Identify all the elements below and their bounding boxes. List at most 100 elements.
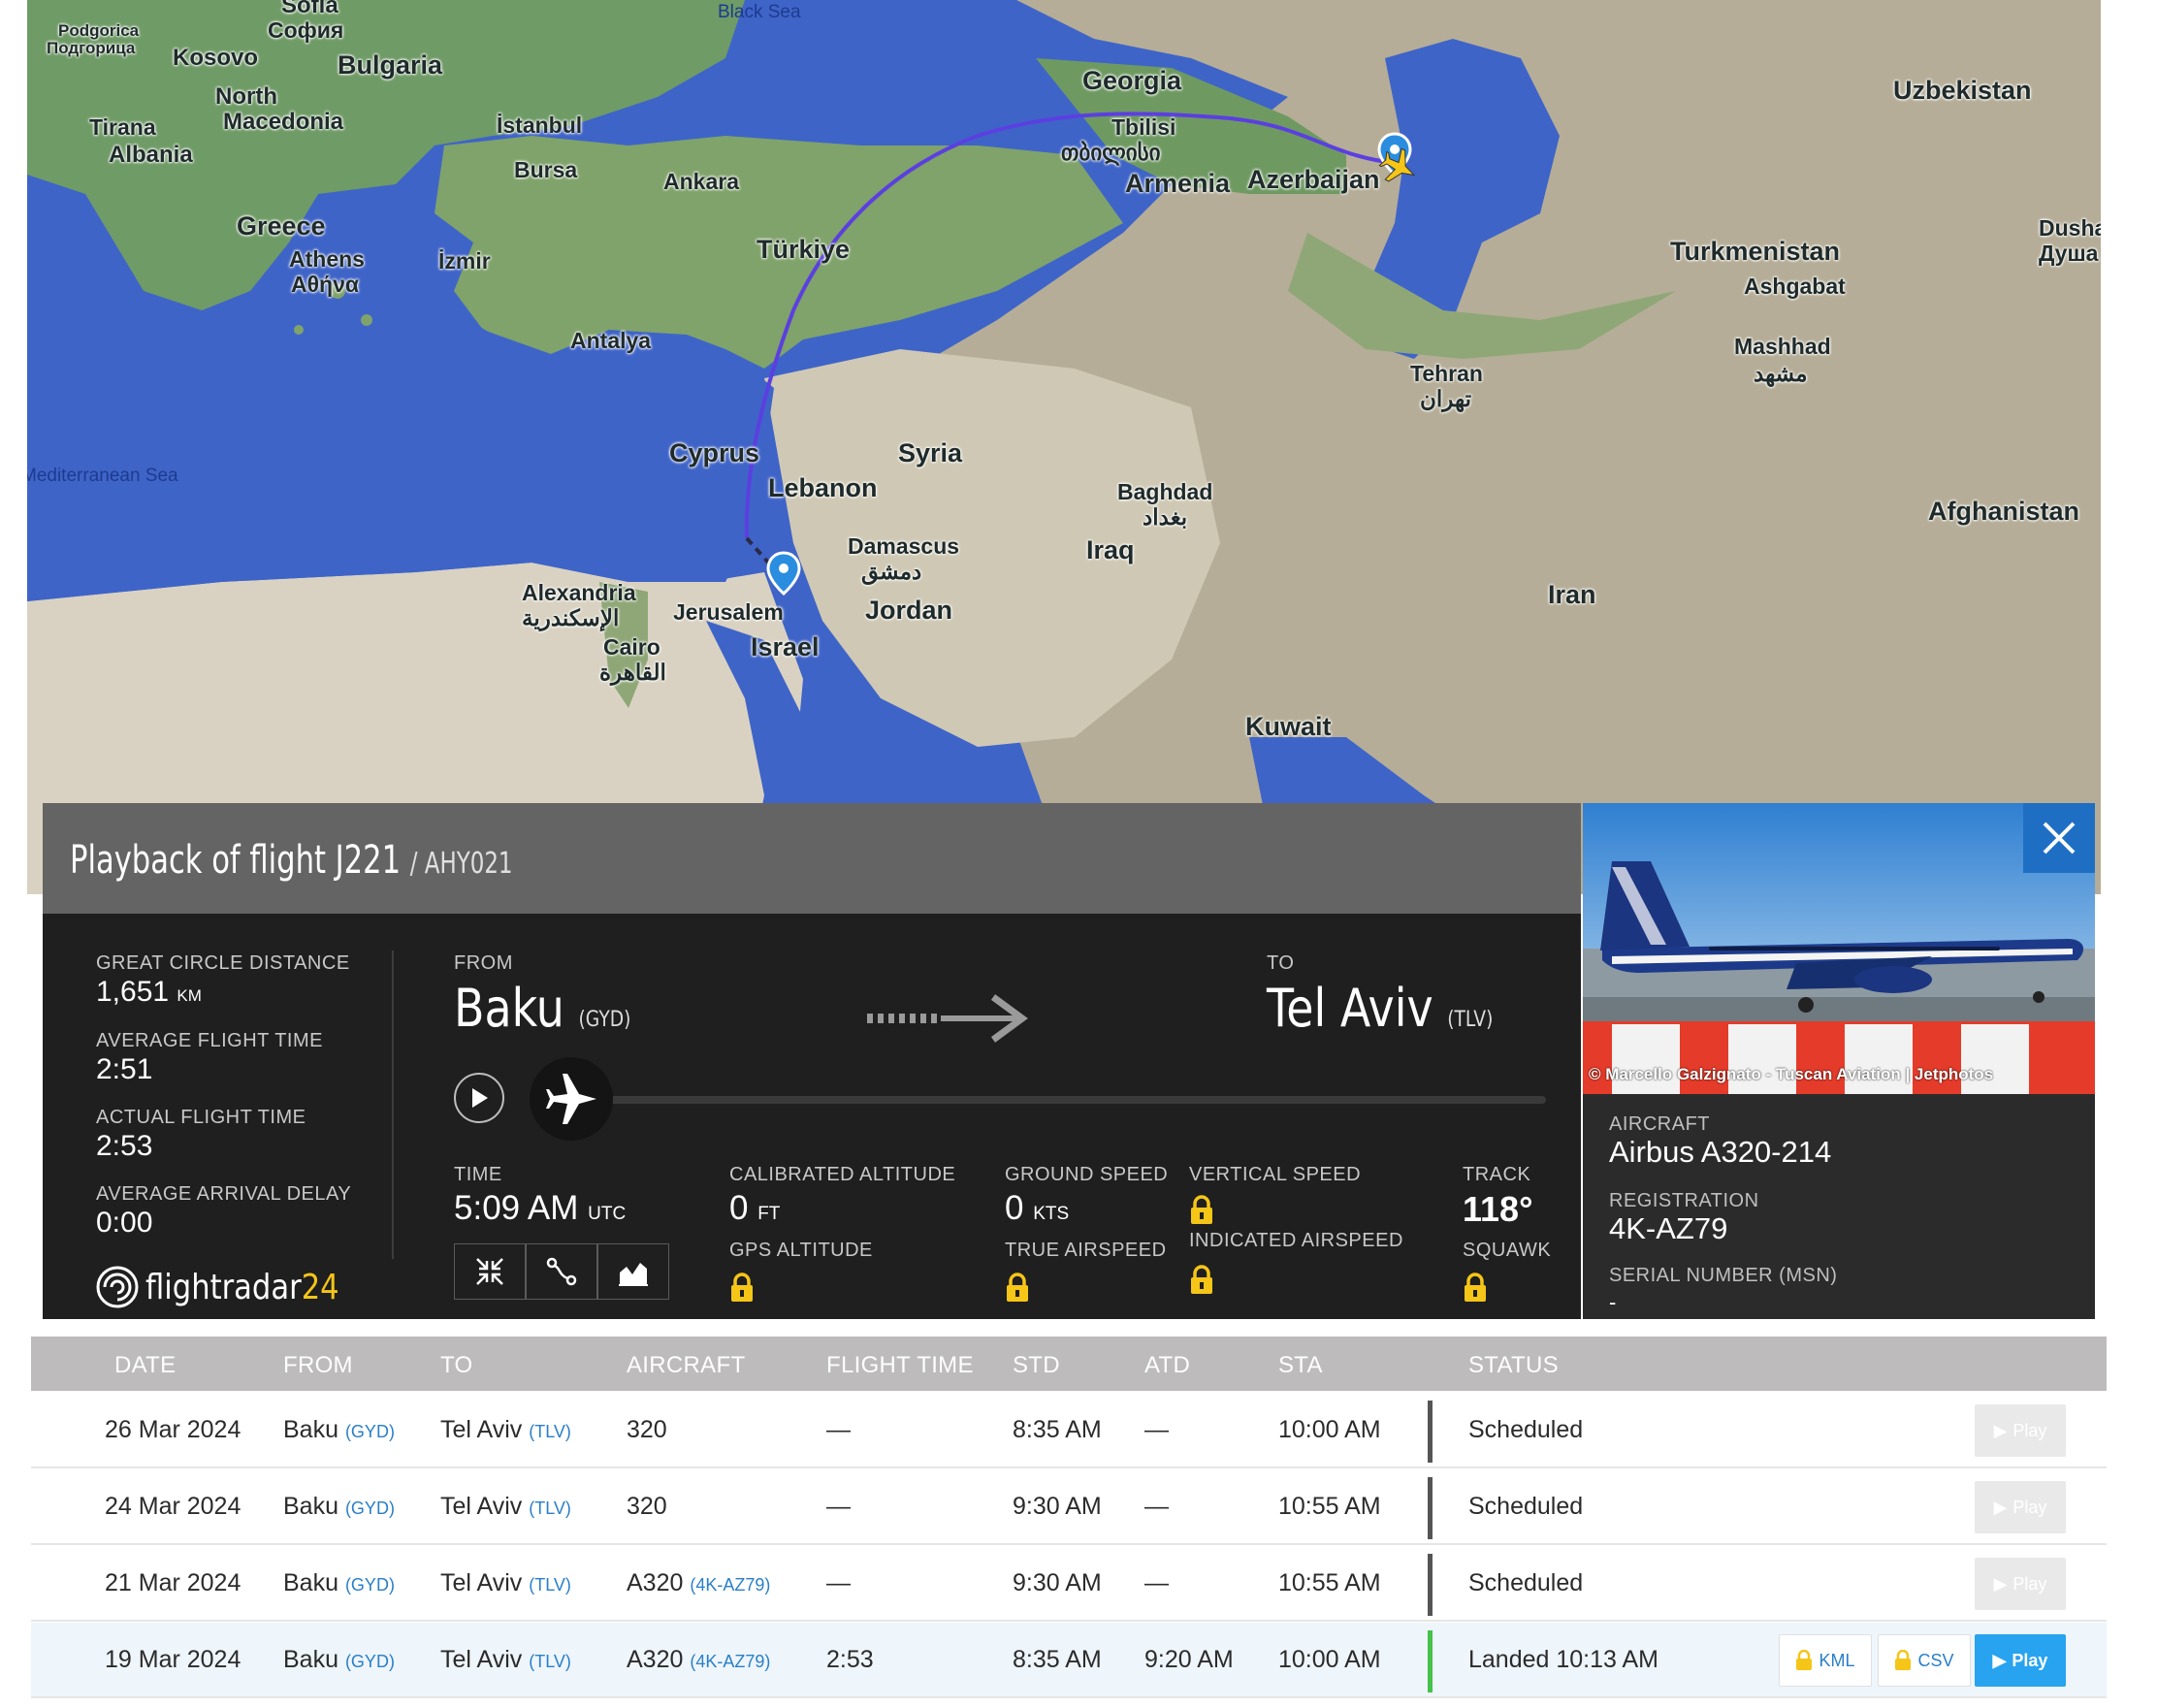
table-row[interactable]: 21 Mar 2024 Baku (GYD) Tel Aviv (TLV) A3…	[31, 1546, 2107, 1622]
map-label-damascus: Damascus	[848, 533, 960, 559]
map-label-alexandria: Alexandria	[522, 580, 636, 605]
flightradar24-wordmark: flightradar24	[145, 1268, 339, 1307]
to-code-link[interactable]: (TLV)	[529, 1652, 571, 1671]
table-row-selected[interactable]: 19 Mar 2024 Baku (GYD) Tel Aviv (TLV) A3…	[31, 1623, 2107, 1698]
track-label: TRACK	[1463, 1164, 1531, 1185]
airplane-icon	[546, 1074, 596, 1124]
map-label-syria: Syria	[898, 438, 963, 467]
aircraft-registration-link[interactable]: (4K-AZ79)	[690, 1652, 770, 1671]
map-label-bulgaria: Bulgaria	[338, 50, 443, 80]
map-label-mashhad-native: مشهد	[1754, 361, 1808, 386]
from-code-link[interactable]: (GYD)	[345, 1652, 395, 1671]
squawk-lock-icon[interactable]	[1463, 1273, 1488, 1304]
track-value: 118°	[1463, 1189, 1533, 1229]
table-row[interactable]: 26 Mar 2024 Baku (GYD) Tel Aviv (TLV) 32…	[31, 1393, 2107, 1468]
close-button[interactable]	[2023, 803, 2095, 873]
header-std[interactable]: STD	[1013, 1352, 1060, 1379]
cell-date: 24 Mar 2024	[105, 1493, 241, 1520]
cell-aircraft: 320	[627, 1493, 667, 1520]
header-to[interactable]: TO	[440, 1352, 473, 1379]
map-label-black-sea: Black Sea	[718, 2, 801, 22]
map-label-dushanbe-native: Душа	[2039, 241, 2099, 266]
great-circle-number: 1,651	[96, 976, 170, 1008]
header-date[interactable]: DATE	[114, 1352, 176, 1379]
aircraft-photo[interactable]: © Marcello Galzignato - Tuscan Aviation …	[1583, 803, 2095, 1094]
route-toggle-button[interactable]	[526, 1243, 597, 1300]
play-icon	[472, 1088, 488, 1108]
map-label-cairo: Cairo	[603, 634, 660, 660]
map-label-tbilisi: Tbilisi	[1111, 114, 1176, 140]
play-button[interactable]: ▶ Play	[1975, 1634, 2066, 1687]
csv-download-button[interactable]: CSV	[1878, 1634, 1971, 1687]
aircraft-registration-link[interactable]: (4K-AZ79)	[690, 1575, 770, 1595]
header-aircraft[interactable]: AIRCRAFT	[627, 1352, 745, 1379]
area-chart-icon	[619, 1263, 648, 1286]
from-code-link[interactable]: (GYD)	[345, 1499, 395, 1518]
map-label-ankara: Ankara	[663, 169, 739, 194]
cell-sta: 10:00 AM	[1278, 1416, 1381, 1443]
flight-map[interactable]: Black Sea Mediterranean Sea Sofia София …	[27, 0, 2101, 894]
from-code-link[interactable]: (GYD)	[345, 1575, 395, 1595]
timeline-handle[interactable]	[530, 1057, 613, 1141]
gps-altitude-lock-icon[interactable]	[729, 1273, 755, 1304]
play-button[interactable]	[454, 1073, 504, 1123]
map-label-iraq: Iraq	[1086, 535, 1135, 564]
vertical-speed-label: VERTICAL SPEED	[1189, 1164, 1362, 1185]
from-code-link[interactable]: (GYD)	[345, 1422, 395, 1441]
map-label-azerbaijan: Azerbaijan	[1247, 165, 1380, 194]
play-button-disabled[interactable]: ▶ Play	[1975, 1558, 2066, 1610]
cell-status: Scheduled	[1468, 1569, 1584, 1596]
map-label-tbilisi-native: თბილისი	[1061, 140, 1161, 165]
flight-title: Playback of flight J221	[70, 838, 402, 883]
header-sta[interactable]: STA	[1278, 1352, 1323, 1379]
flight-callsign: / AHY021	[409, 847, 513, 881]
play-button-disabled[interactable]: ▶ Play	[1975, 1481, 2066, 1533]
table-row[interactable]: 24 Mar 2024 Baku (GYD) Tel Aviv (TLV) 32…	[31, 1469, 2107, 1545]
map-label-baghdad-native: بغداد	[1143, 504, 1188, 530]
map-label-jordan: Jordan	[865, 596, 953, 625]
header-status[interactable]: STATUS	[1468, 1352, 1559, 1379]
cell-atd: 9:20 AM	[1144, 1646, 1234, 1673]
to-city: Tel Aviv	[440, 1493, 523, 1520]
cell-date: 21 Mar 2024	[105, 1569, 241, 1596]
route-path-icon	[546, 1257, 577, 1286]
to-code-link[interactable]: (TLV)	[529, 1499, 571, 1518]
to-code-link[interactable]: (TLV)	[529, 1575, 571, 1595]
cell-flight-time: —	[826, 1569, 851, 1596]
great-circle-value: 1,651 KM	[96, 976, 202, 1009]
map-label-iran: Iran	[1548, 580, 1596, 609]
to-code-link[interactable]: (TLV)	[529, 1422, 571, 1441]
cell-date: 19 Mar 2024	[105, 1646, 241, 1673]
aircraft-info-card: © Marcello Galzignato - Tuscan Aviation …	[1583, 803, 2095, 1319]
true-airspeed-lock-icon[interactable]	[1005, 1273, 1030, 1304]
cell-aircraft: A320 (4K-AZ79)	[627, 1646, 770, 1674]
play-button-disabled[interactable]: ▶ Play	[1975, 1404, 2066, 1457]
indicated-airspeed-lock-icon[interactable]	[1189, 1265, 1214, 1296]
map-label-lebanon: Lebanon	[768, 473, 878, 502]
flight-history-table: DATE FROM TO AIRCRAFT FLIGHT TIME STD AT…	[31, 1337, 2141, 1708]
cell-flight-time: —	[826, 1493, 851, 1520]
header-flight-time[interactable]: FLIGHT TIME	[826, 1352, 974, 1379]
vertical-speed-lock-icon[interactable]	[1189, 1195, 1214, 1226]
cell-sta: 10:55 AM	[1278, 1493, 1381, 1520]
collapse-view-button[interactable]	[454, 1243, 526, 1300]
cell-flight-time: —	[826, 1416, 851, 1443]
map-label-alexandria-native: الإسكندرية	[522, 605, 620, 630]
cell-atd: —	[1144, 1569, 1169, 1596]
header-atd[interactable]: ATD	[1144, 1352, 1190, 1379]
to-city: Tel Aviv	[440, 1416, 523, 1443]
playback-timeline[interactable]	[605, 1096, 1546, 1104]
play-icon: ▶	[1993, 1573, 2008, 1594]
time-unit: UTC	[588, 1204, 627, 1224]
map-label-bursa: Bursa	[514, 157, 578, 182]
altitude-graph-button[interactable]	[597, 1243, 669, 1300]
photo-credit[interactable]: © Marcello Galzignato - Tuscan Aviation …	[1589, 1065, 1993, 1084]
close-icon	[2043, 822, 2076, 854]
logo-text: flightradar	[145, 1267, 302, 1307]
cell-date: 26 Mar 2024	[105, 1416, 241, 1443]
map-label-israel: Israel	[751, 632, 820, 661]
map-label-north-macedonia-1: North	[215, 83, 277, 110]
map-label-baghdad: Baghdad	[1117, 479, 1213, 504]
header-from[interactable]: FROM	[283, 1352, 353, 1379]
kml-download-button[interactable]: KML	[1779, 1634, 1872, 1687]
